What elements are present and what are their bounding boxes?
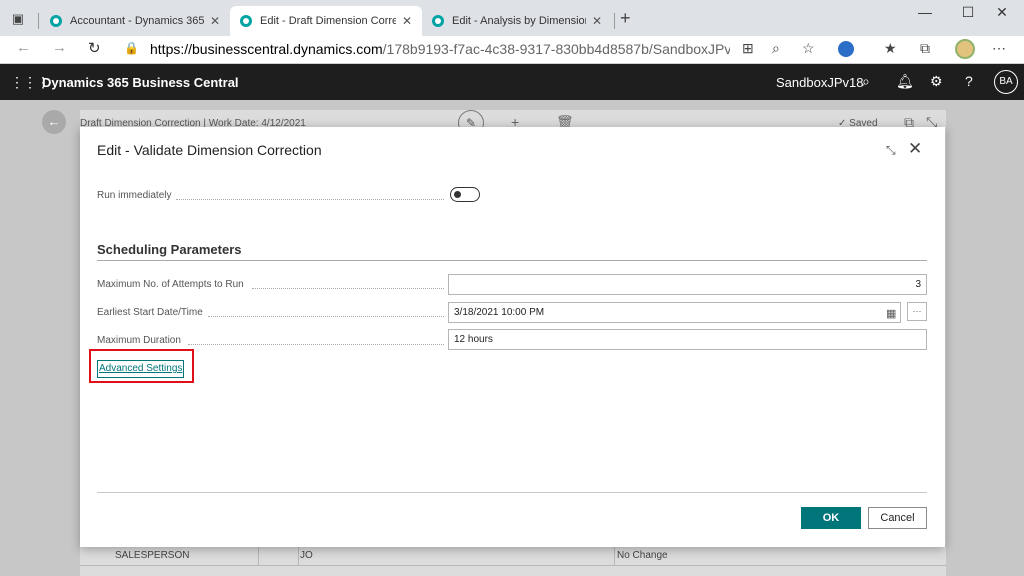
assist-edit-button[interactable]: ··· [907,302,927,321]
footer-divider [97,492,927,493]
url-domain: https://businesscentral.dynamics.com [150,41,383,57]
label-leader-dots [252,288,444,289]
lock-icon: 🔒 [124,41,139,55]
tab-label: Edit - Draft Dimension Correctio [260,15,396,27]
max-duration-label: Maximum Duration [97,335,181,346]
label-leader-dots [188,344,444,345]
scheduling-parameters-title: Scheduling Parameters [97,242,242,257]
collections-icon[interactable]: ⧉ [920,40,930,57]
browser-tab-accountant[interactable]: Accountant - Dynamics 365 Busi ✕ [40,6,230,36]
browser-tab-draft-dimension-correction[interactable]: Edit - Draft Dimension Correctio ✕ [230,6,422,36]
zoom-icon[interactable]: ⌕ [772,40,780,57]
dynamics-favicon-icon [240,15,252,27]
ok-button[interactable]: OK [801,507,861,529]
app-top-bar: ⋮⋮⋮ Dynamics 365 Business Central Sandbo… [0,64,1024,100]
tab-label: Edit - Analysis by Dimensions - D [452,15,586,27]
url-field[interactable]: https://businesscentral.dynamics.com/178… [150,41,730,57]
change-cell: No Change [617,550,668,561]
table-row: SALESPERSON JO No Change [80,545,946,566]
help-icon[interactable]: ? [965,73,973,89]
column-divider [614,546,615,566]
label-leader-dots [208,316,444,317]
max-attempts-field[interactable]: 3 [448,274,927,295]
settings-gear-icon[interactable]: ⚙ [930,73,943,90]
notification-bell-icon[interactable]: 🔔︎ [896,73,914,90]
section-divider [97,260,927,261]
earliest-start-label: Earliest Start Date/Time [97,307,203,318]
label-leader-dots [176,199,444,200]
browser-tab-analysis-by-dimensions[interactable]: Edit - Analysis by Dimensions - D ✕ [422,6,612,36]
run-immediately-label: Run immediately [97,190,172,201]
validate-dimension-correction-dialog: Edit - Validate Dimension Correction ⤡ ✕… [80,127,945,547]
dimension-value-cell: JO [300,550,313,561]
dynamics-favicon-icon [50,15,62,27]
close-tab-icon[interactable]: ✕ [592,14,602,28]
back-icon[interactable]: ← [42,110,66,134]
browser-tab-strip: ▣ Accountant - Dynamics 365 Busi ✕ Edit … [0,0,1024,36]
tab-separator [614,13,615,29]
refresh-icon[interactable]: ↻ [88,39,101,57]
new-tab-icon[interactable]: + [620,8,631,29]
max-duration-field[interactable]: 12 hours [448,329,927,350]
toggle-knob [454,191,461,198]
extension-globe-icon[interactable] [838,41,854,57]
user-avatar[interactable]: BA [994,70,1018,94]
minimize-window-icon[interactable]: — [905,4,945,20]
dimension-code-cell: SALESPERSON [115,550,190,561]
app-available-icon[interactable]: ⊞ [742,40,754,57]
tab-actions-icon[interactable]: ▣ [8,9,28,29]
dialog-title: Edit - Validate Dimension Correction [97,142,322,158]
environment-name: SandboxJPv18 [776,75,864,90]
calendar-icon[interactable]: ▦ [886,307,896,320]
close-window-icon[interactable]: ✕ [982,4,1022,21]
run-immediately-toggle[interactable] [450,187,480,202]
cancel-button[interactable]: Cancel [868,507,927,529]
add-favorite-icon[interactable]: ☆ [802,40,815,57]
url-path: /178b9193-f7ac-4c38-9317-830bb4d8587b/Sa… [382,41,730,57]
close-tab-icon[interactable]: ✕ [210,14,220,28]
max-attempts-label: Maximum No. of Attempts to Run [97,279,244,290]
dynamics-favicon-icon [432,15,444,27]
table-row [80,565,946,576]
back-arrow-icon[interactable]: ← [16,39,31,56]
app-title: Dynamics 365 Business Central [42,75,239,90]
more-options-icon[interactable]: ⋯ [992,40,1006,57]
favorites-icon[interactable]: ★ [884,40,897,57]
earliest-start-field[interactable]: 3/18/2021 10:00 PM [448,302,901,323]
column-divider [258,546,259,566]
tab-separator [38,13,39,29]
tab-label: Accountant - Dynamics 365 Busi [70,15,204,27]
profile-avatar[interactable] [955,39,975,59]
close-icon[interactable]: ✕ [908,139,922,159]
search-icon[interactable]: ⌕ [862,73,870,90]
column-divider [298,546,299,566]
collapse-dialog-icon[interactable]: ⤡ [886,143,896,158]
address-bar-row: ← → ↻ 🔒 https://businesscentral.dynamics… [0,36,1024,64]
close-tab-icon[interactable]: ✕ [402,14,412,28]
highlight-annotation-box [89,349,194,383]
forward-arrow-icon[interactable]: → [52,39,67,56]
